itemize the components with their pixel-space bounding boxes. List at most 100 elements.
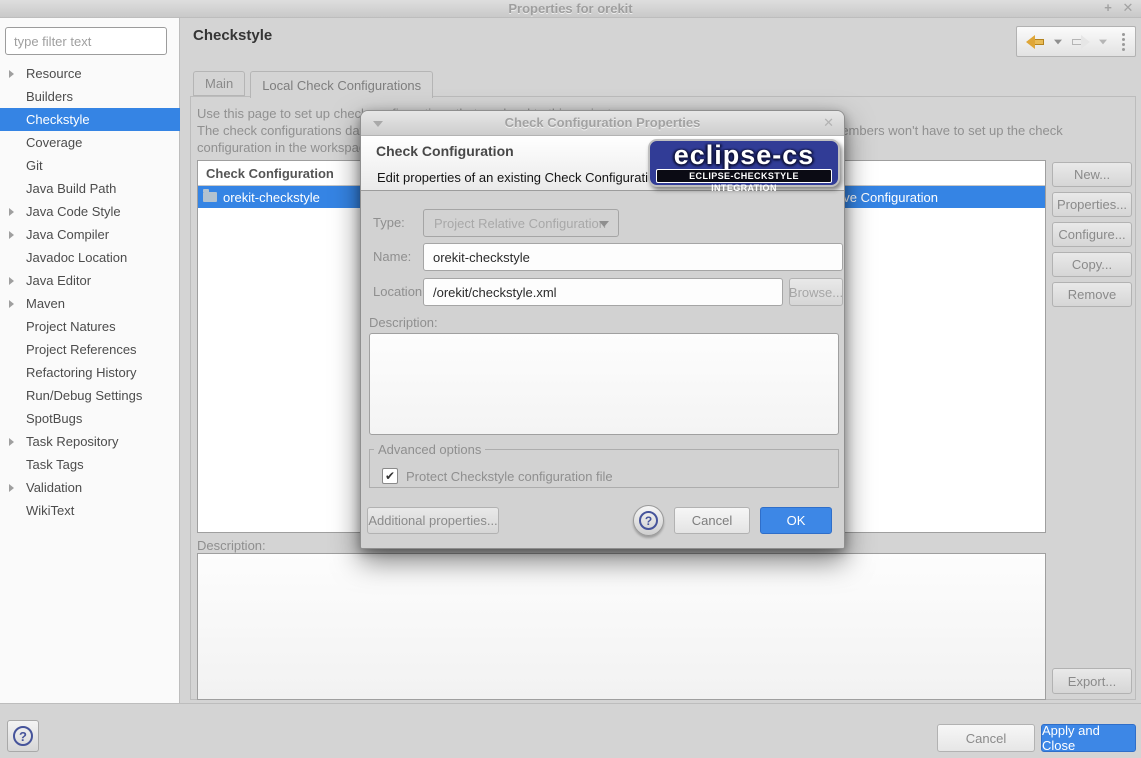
dialog-title: Check Configuration Properties <box>361 115 844 130</box>
sidebar-item-project-references[interactable]: Project References <box>0 338 180 361</box>
window-title: Properties for orekit <box>0 1 1141 16</box>
dialog-titlebar: Check Configuration Properties ✕ <box>361 111 844 136</box>
sidebar-item-java-editor[interactable]: Java Editor <box>0 269 180 292</box>
sidebar-item-task-repository[interactable]: Task Repository <box>0 430 180 453</box>
help-button[interactable]: ? <box>7 720 39 752</box>
folder-icon <box>203 192 217 202</box>
sidebar-item-label: Task Tags <box>26 457 84 472</box>
properties-button[interactable]: Properties... <box>1052 192 1132 217</box>
forward-dropdown-icon[interactable] <box>1099 39 1107 44</box>
sidebar-item-git[interactable]: Git <box>0 154 180 177</box>
additional-properties-button[interactable]: Additional properties... <box>367 507 499 534</box>
checkmark-icon: ✔ <box>385 470 395 482</box>
dialog-heading: Check Configuration <box>376 143 514 159</box>
sidebar-item-resource[interactable]: Resource <box>0 62 180 85</box>
sidebar-item-project-natures[interactable]: Project Natures <box>0 315 180 338</box>
expander-icon[interactable] <box>9 277 14 285</box>
location-input[interactable] <box>423 278 783 306</box>
sidebar-item-label: Coverage <box>26 135 82 150</box>
back-dropdown-icon[interactable] <box>1054 39 1062 44</box>
name-label: Name: <box>373 249 411 264</box>
name-input[interactable] <box>423 243 843 271</box>
help-icon: ? <box>13 726 33 746</box>
export-button[interactable]: Export... <box>1052 668 1132 694</box>
sidebar-item-label: Project Natures <box>26 319 116 334</box>
sidebar-item-java-code-style[interactable]: Java Code Style <box>0 200 180 223</box>
apply-and-close-button[interactable]: Apply and Close <box>1041 724 1136 752</box>
config-name: orekit-checkstyle <box>223 190 320 205</box>
sidebar-item-maven[interactable]: Maven <box>0 292 180 315</box>
sidebar-item-checkstyle[interactable]: Checkstyle <box>0 108 180 131</box>
maximize-button[interactable]: + <box>1099 0 1117 15</box>
type-label: Type: <box>373 215 405 230</box>
type-dropdown[interactable]: Project Relative Configuration <box>423 209 619 237</box>
sidebar-item-label: Git <box>26 158 43 173</box>
sidebar-item-label: SpotBugs <box>26 411 82 426</box>
sidebar-item-label: Builders <box>26 89 73 104</box>
expander-icon[interactable] <box>9 70 14 78</box>
preferences-tree: Resource Builders Checkstyle Coverage Gi… <box>0 62 180 522</box>
advanced-options-group: Advanced options ✔ Protect Checkstyle co… <box>369 442 839 488</box>
sidebar-item-spotbugs[interactable]: SpotBugs <box>0 407 180 430</box>
help-icon: ? <box>639 511 658 530</box>
remove-button[interactable]: Remove <box>1052 282 1132 307</box>
location-label: Location: <box>373 284 426 299</box>
dropdown-arrow-icon <box>599 221 609 227</box>
sidebar-item-validation[interactable]: Validation <box>0 476 180 499</box>
sidebar-item-refactoring-history[interactable]: Refactoring History <box>0 361 180 384</box>
expander-icon[interactable] <box>9 438 14 446</box>
expander-icon[interactable] <box>9 231 14 239</box>
sidebar-item-label: Java Compiler <box>26 227 109 242</box>
sidebar-item-label: Refactoring History <box>26 365 137 380</box>
sidebar-item-label: Task Repository <box>26 434 118 449</box>
sidebar-item-wikitext[interactable]: WikiText <box>0 499 180 522</box>
type-value: Project Relative Configuration <box>434 216 606 231</box>
expander-icon[interactable] <box>9 484 14 492</box>
filter-input[interactable] <box>5 27 167 55</box>
footer-bar: ? Cancel Apply and Close <box>0 703 1141 758</box>
properties-window: Properties for orekit + ✕ Resource Build… <box>0 0 1141 758</box>
description-label: Description: <box>197 538 266 553</box>
dialog-description-label: Description: <box>369 315 438 330</box>
sidebar-item-label: Validation <box>26 480 82 495</box>
sidebar-item-java-build-path[interactable]: Java Build Path <box>0 177 180 200</box>
back-icon[interactable] <box>1026 35 1045 49</box>
dialog-help-button[interactable]: ? <box>633 505 664 536</box>
dialog-cancel-button[interactable]: Cancel <box>674 507 750 534</box>
sidebar-item-label: Checkstyle <box>26 112 90 127</box>
expander-icon[interactable] <box>9 208 14 216</box>
logo-tagline: ECLIPSE-CHECKSTYLE INTEGRATION <box>656 169 832 183</box>
history-toolbar <box>1016 26 1136 57</box>
tab-main[interactable]: Main <box>193 71 245 96</box>
sidebar-item-label: Project References <box>26 342 137 357</box>
sidebar-item-builders[interactable]: Builders <box>0 85 180 108</box>
sidebar-item-java-compiler[interactable]: Java Compiler <box>0 223 180 246</box>
sidebar-item-task-tags[interactable]: Task Tags <box>0 453 180 476</box>
sidebar-item-coverage[interactable]: Coverage <box>0 131 180 154</box>
forward-icon[interactable] <box>1071 35 1090 49</box>
page-title: Checkstyle <box>193 27 272 44</box>
sidebar-item-label: Java Code Style <box>26 204 121 219</box>
expander-icon[interactable] <box>9 300 14 308</box>
sidebar: Resource Builders Checkstyle Coverage Gi… <box>0 18 180 703</box>
copy-button[interactable]: Copy... <box>1052 252 1132 277</box>
cancel-button[interactable]: Cancel <box>937 724 1035 752</box>
tab-local-check-configurations[interactable]: Local Check Configurations <box>250 71 433 98</box>
browse-button[interactable]: Browse... <box>789 278 843 306</box>
sidebar-item-javadoc-location[interactable]: Javadoc Location <box>0 246 180 269</box>
configure-button[interactable]: Configure... <box>1052 222 1132 247</box>
drag-handle-icon[interactable] <box>1122 33 1125 36</box>
sidebar-item-label: WikiText <box>26 503 74 518</box>
dialog-description-textarea[interactable] <box>369 333 839 435</box>
logo-text: eclipse-cs <box>674 141 815 169</box>
description-textarea[interactable] <box>197 553 1046 700</box>
new-button[interactable]: New... <box>1052 162 1132 187</box>
check-configuration-properties-dialog: Check Configuration Properties ✕ Check C… <box>360 110 845 549</box>
sidebar-item-run-debug-settings[interactable]: Run/Debug Settings <box>0 384 180 407</box>
protect-checkbox[interactable]: ✔ <box>382 468 398 484</box>
close-button[interactable]: ✕ <box>1119 0 1137 16</box>
dialog-ok-button[interactable]: OK <box>760 507 832 534</box>
advanced-options-legend: Advanced options <box>374 442 485 457</box>
dialog-close-button[interactable]: ✕ <box>823 115 834 131</box>
sidebar-item-label: Resource <box>26 66 82 81</box>
